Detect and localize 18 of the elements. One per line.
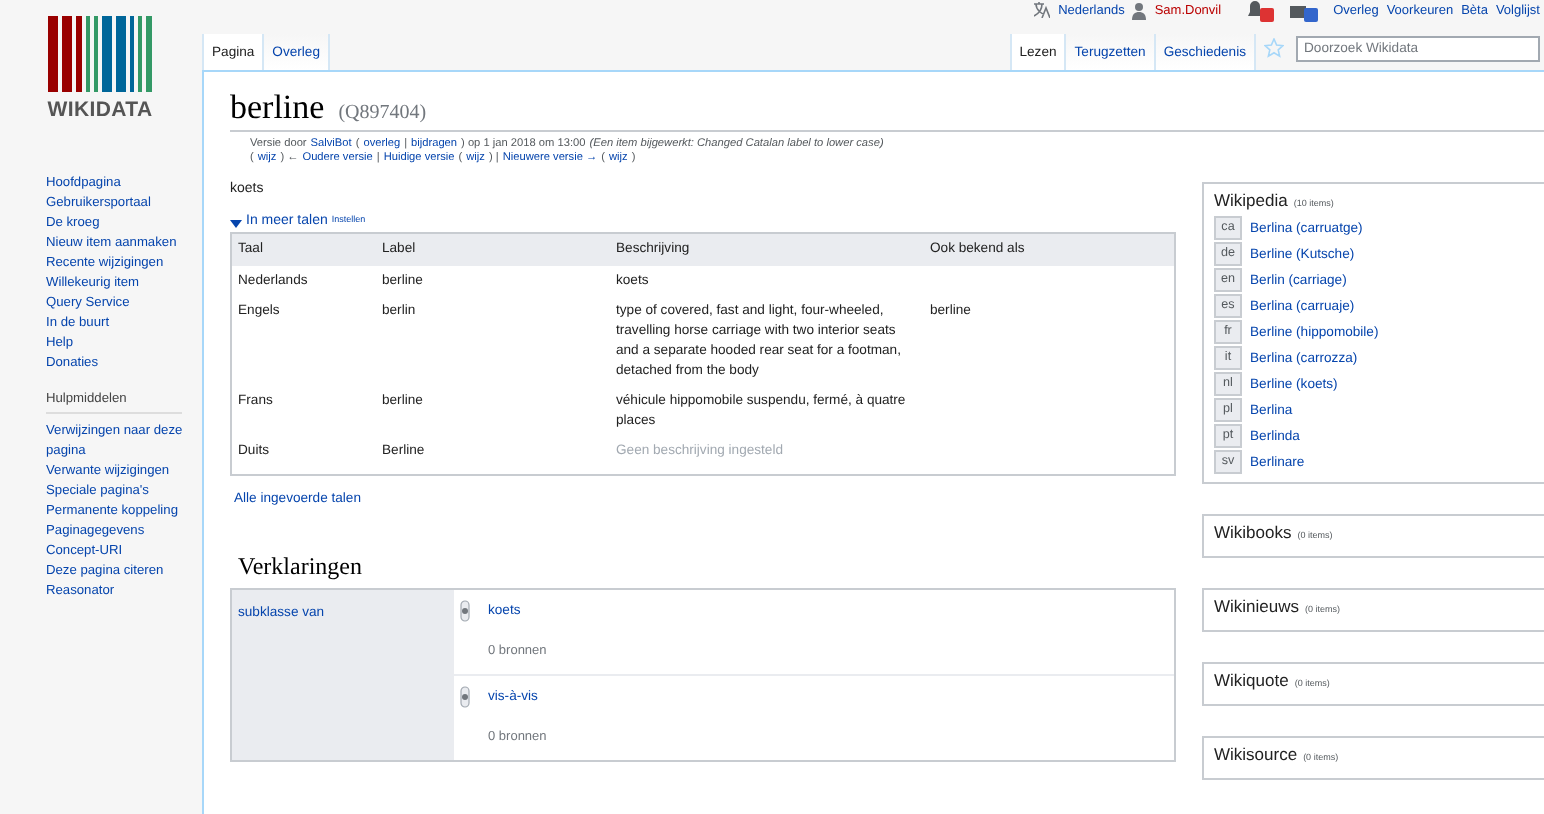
bell-icon[interactable] bbox=[1245, 0, 1274, 21]
item-id: (Q897404) bbox=[338, 102, 427, 124]
rank-icon[interactable] bbox=[460, 686, 470, 708]
user-icon[interactable] bbox=[1132, 1, 1147, 19]
section-heading: Verklaringen bbox=[238, 552, 364, 582]
striped-logo-icon[interactable] bbox=[48, 16, 152, 92]
star-icon[interactable] bbox=[1264, 38, 1284, 58]
group-title: Wikinieuws bbox=[1214, 596, 1300, 616]
group-title: Wikipedia bbox=[1214, 190, 1288, 210]
group-title: Wikisource bbox=[1214, 744, 1298, 764]
item-title: berline bbox=[230, 88, 325, 128]
caret-icon[interactable] bbox=[230, 218, 242, 230]
group-title: Wikibooks bbox=[1214, 522, 1292, 542]
translate-icon[interactable] bbox=[1034, 2, 1051, 18]
group-title: Wikiquote bbox=[1214, 670, 1289, 690]
rank-icon[interactable] bbox=[460, 600, 470, 622]
tray-icon[interactable] bbox=[1289, 0, 1318, 21]
logo-text[interactable]: WIKIDATA bbox=[47, 98, 153, 122]
